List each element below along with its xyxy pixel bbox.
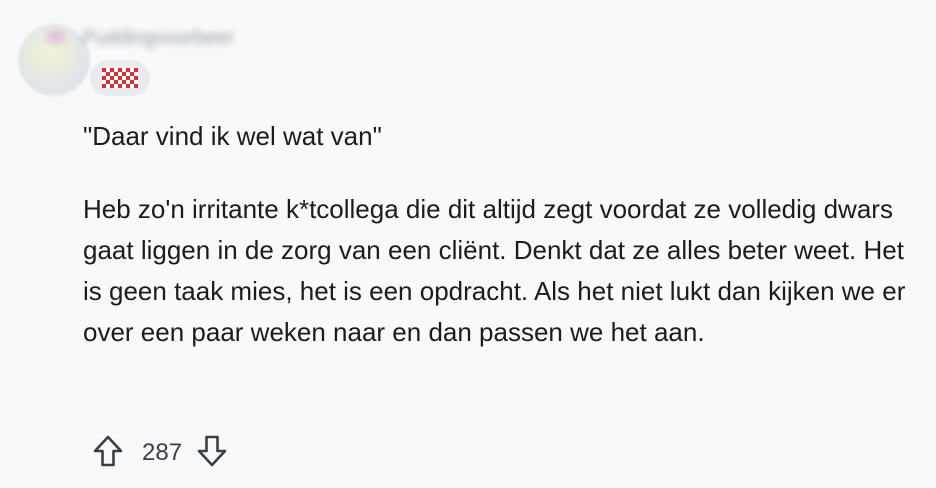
arrow-up-icon — [90, 433, 126, 474]
avatar[interactable] — [18, 24, 90, 96]
username[interactable]: Puddingvoorbeer — [82, 24, 234, 52]
vote-bar: 287 — [86, 430, 234, 476]
user-flair — [90, 60, 150, 96]
upvote-button[interactable] — [86, 431, 130, 475]
checkered-flag-icon — [102, 68, 138, 88]
comment-paragraph-main: Heb zo'n irritante k*tcollega die dit al… — [83, 194, 906, 347]
vote-score: 287 — [142, 439, 183, 466]
comment-paragraph-quote: "Daar vind ik wel wat van" — [83, 121, 382, 151]
arrow-down-icon — [194, 433, 230, 474]
downvote-button[interactable] — [190, 431, 234, 475]
comment-body: "Daar vind ik wel wat van" Heb zo'n irri… — [83, 116, 923, 353]
